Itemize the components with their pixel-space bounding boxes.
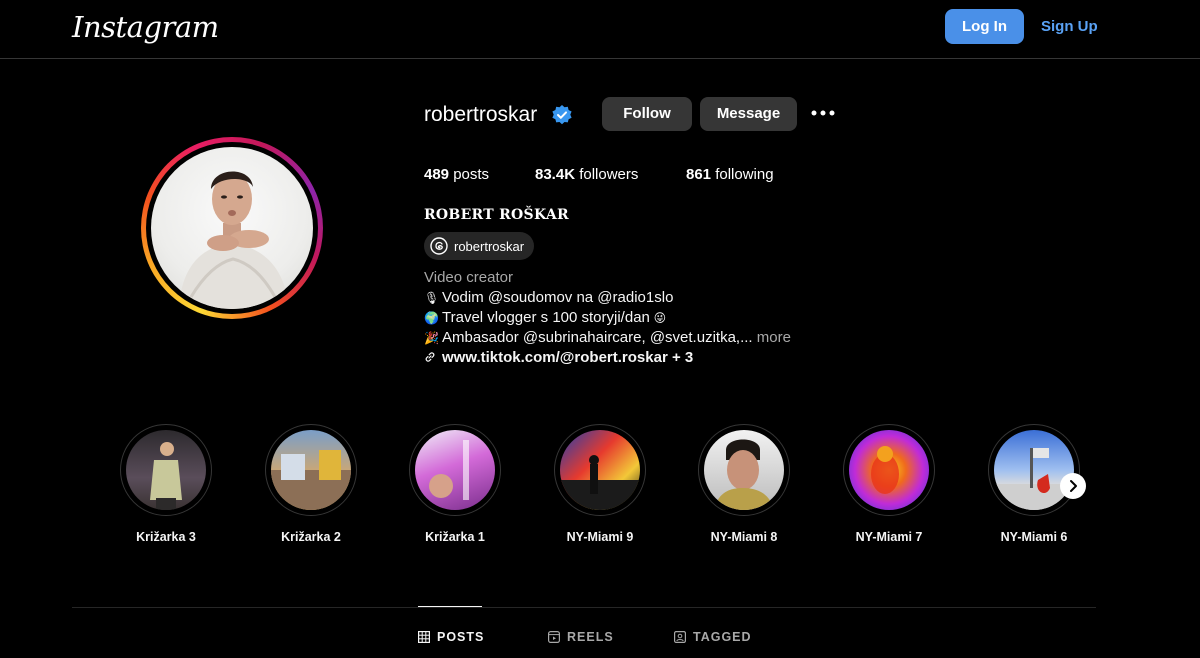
- tab-reels[interactable]: REELS: [548, 630, 614, 644]
- highlight-ring: [988, 424, 1080, 516]
- globe-icon: 🌍: [424, 311, 439, 325]
- highlight-item[interactable]: NY-Miami 6: [988, 424, 1080, 544]
- threads-icon: [430, 237, 448, 255]
- threads-badge[interactable]: robertroskar: [424, 232, 535, 260]
- highlight-item[interactable]: Križarka 3: [120, 424, 212, 544]
- tab-posts-label: POSTS: [437, 630, 485, 644]
- grid-icon: [418, 631, 430, 643]
- profile-avatar-ring[interactable]: [141, 137, 323, 319]
- login-button[interactable]: Log In: [945, 9, 1024, 44]
- tab-tagged-label: TAGGED: [693, 630, 752, 644]
- highlight-label: Križarka 1: [425, 530, 485, 544]
- highlight-ring: [120, 424, 212, 516]
- posts-count: 489 posts: [424, 166, 489, 183]
- highlight-thumbnail: [849, 430, 929, 510]
- profile-full-name: ROBERT ROŠKAR: [424, 207, 569, 223]
- bio-line-2: 🌍 Travel vlogger s 100 storyji/dan 😜: [424, 308, 844, 328]
- more-options-icon[interactable]: [810, 103, 836, 123]
- following-value: 861: [686, 166, 712, 183]
- bio-line-1: 🎙 Vodim @soudomov na @radio1slo: [424, 288, 844, 308]
- highlight-ring: [554, 424, 646, 516]
- reels-icon: [548, 631, 560, 643]
- threads-handle: robertroskar: [454, 238, 525, 254]
- verified-badge-icon: [552, 105, 572, 125]
- profile-category: Video creator: [424, 269, 513, 286]
- highlight-label: NY-Miami 8: [710, 530, 778, 544]
- highlight-thumbnail: [271, 430, 351, 510]
- instagram-logo[interactable]: Instagram: [72, 10, 219, 44]
- highlight-ring: [265, 424, 357, 516]
- posts-value: 489: [424, 166, 450, 183]
- highlights-next-button[interactable]: [1060, 473, 1086, 499]
- highlight-thumbnail: [415, 430, 495, 510]
- tab-posts[interactable]: POSTS: [418, 630, 484, 644]
- avatar: [151, 147, 313, 309]
- follow-button[interactable]: Follow: [602, 97, 692, 131]
- highlight-item[interactable]: NY-Miami 7: [843, 424, 935, 544]
- followers-label: followers: [579, 166, 639, 183]
- highlight-label: NY-Miami 7: [855, 530, 923, 544]
- profile-username: robertroskar: [424, 103, 538, 126]
- highlight-label: NY-Miami 9: [566, 530, 634, 544]
- profile-bio: Video creator 🎙 Vodim @soudomov na @radio…: [424, 268, 844, 368]
- bio-line-1-text: Vodim @soudomov na @radio1slo: [442, 289, 674, 306]
- avatar-person-image: [179, 171, 289, 309]
- avatar-gap: [146, 142, 318, 314]
- bio-link-row[interactable]: www.tiktok.com/@robert.roskar + 3: [424, 348, 844, 368]
- highlight-item[interactable]: Križarka 1: [409, 424, 501, 544]
- posts-label: posts: [453, 166, 490, 183]
- following-count[interactable]: 861 following: [686, 166, 774, 183]
- profile-external-link[interactable]: www.tiktok.com/@robert.roskar + 3: [442, 349, 693, 366]
- tab-reels-label: REELS: [567, 630, 614, 644]
- highlight-item[interactable]: NY-Miami 9: [554, 424, 646, 544]
- party-popper-icon: 🎉: [424, 331, 439, 345]
- highlight-item[interactable]: NY-Miami 8: [698, 424, 790, 544]
- highlight-label: NY-Miami 6: [1000, 530, 1068, 544]
- followers-value: 83.4K: [535, 166, 576, 183]
- chevron-right-icon: [1070, 480, 1077, 492]
- bio-line-2-text: Travel vlogger s 100 storyji/dan: [442, 309, 650, 326]
- microphone-icon: 🎙: [424, 291, 440, 305]
- highlight-ring: [843, 424, 935, 516]
- tabs-divider: [72, 607, 1096, 608]
- highlight-label: Križarka 2: [281, 530, 341, 544]
- message-button[interactable]: Message: [700, 97, 797, 131]
- top-bar: Instagram Log In Sign Up: [0, 0, 1200, 59]
- link-icon: [425, 352, 435, 362]
- highlight-item[interactable]: Križarka 2: [265, 424, 357, 544]
- signup-link[interactable]: Sign Up: [1041, 18, 1098, 35]
- bio-line-3: 🎉 Ambasador @subrinahaircare, @svet.uzitk…: [424, 328, 844, 348]
- grinning-face-icon: 😜: [653, 311, 667, 325]
- highlight-thumbnail: [126, 430, 206, 510]
- highlight-ring: [698, 424, 790, 516]
- followers-count[interactable]: 83.4K followers: [535, 166, 638, 183]
- bio-more-link[interactable]: more: [757, 329, 791, 346]
- tagged-user-icon: [674, 631, 686, 643]
- following-label: following: [715, 166, 774, 183]
- bio-line-3-text: Ambasador @subrinahaircare, @svet.uzitka…: [442, 329, 753, 346]
- tab-tagged[interactable]: TAGGED: [674, 630, 752, 644]
- highlight-thumbnail: [704, 430, 784, 510]
- active-tab-indicator: [418, 606, 482, 607]
- highlight-ring: [409, 424, 501, 516]
- highlight-label: Križarka 3: [136, 530, 196, 544]
- highlight-thumbnail: [560, 430, 640, 510]
